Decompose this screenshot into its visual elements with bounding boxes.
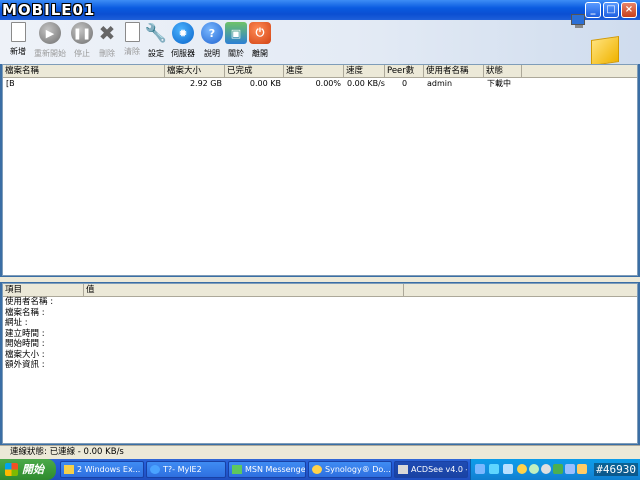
file-name-cell: [B bbox=[6, 79, 15, 88]
delete-label: 刪除 bbox=[99, 49, 115, 58]
new-button[interactable]: 新增 bbox=[4, 22, 32, 62]
download-list-header: 檔案名稱 檔案大小 已完成 進度 速度 Peer數 使用者名稱 狀態 bbox=[3, 65, 637, 78]
restart-button[interactable]: ▶ 重新開始 bbox=[33, 22, 67, 62]
column-file-size[interactable]: 檔案大小 bbox=[165, 65, 225, 77]
acdsee-icon bbox=[398, 465, 408, 474]
clear-document-icon bbox=[124, 22, 140, 42]
task-label: Synology® Do... bbox=[325, 465, 391, 474]
server-button[interactable]: ✹ 伺服器 bbox=[168, 22, 198, 62]
restart-label: 重新開始 bbox=[34, 49, 66, 58]
tray-sync-icon[interactable] bbox=[577, 464, 587, 474]
column-status[interactable]: 狀態 bbox=[484, 65, 522, 77]
taskbar-item-explorer[interactable]: 2 Windows Ex... bbox=[60, 461, 144, 478]
panel-splitter[interactable] bbox=[0, 277, 640, 282]
completed-cell: 0.00 KB bbox=[249, 79, 281, 88]
play-icon: ▶ bbox=[39, 22, 61, 44]
x-icon: ✖ bbox=[98, 21, 116, 45]
file-size-cell: 2.92 GB bbox=[189, 79, 222, 88]
start-label: 開始 bbox=[22, 463, 44, 476]
windows-logo-icon bbox=[5, 463, 18, 476]
detail-created-label: 建立時間 : bbox=[5, 328, 45, 339]
tray-shield-icon[interactable] bbox=[553, 464, 563, 474]
help-icon: ? bbox=[201, 22, 223, 44]
title-bar[interactable]: MOBILE01 _ □ × bbox=[0, 0, 640, 20]
tray-help-icon[interactable] bbox=[475, 464, 485, 474]
status-cell: 下載中 bbox=[487, 79, 511, 88]
detail-labels: 使用者名稱 : 檔案名稱 : 網址 : 建立時間 : 開始時間 : 檔案大小 :… bbox=[3, 297, 637, 371]
task-label: T?- MyIE2 bbox=[163, 465, 202, 474]
tray-volume-icon[interactable] bbox=[565, 464, 575, 474]
about-icon: ▣ bbox=[225, 22, 247, 44]
maximize-button[interactable]: □ bbox=[603, 2, 619, 18]
user-cell: admin bbox=[427, 79, 453, 88]
wrench-icon: 🔧 bbox=[144, 22, 168, 44]
taskbar-item-synology[interactable]: Synology® Do... bbox=[308, 461, 392, 478]
settings-button[interactable]: 🔧 設定 bbox=[142, 22, 170, 62]
download-list[interactable]: 檔案名稱 檔案大小 已完成 進度 速度 Peer數 使用者名稱 狀態 [B 2.… bbox=[2, 64, 638, 276]
cube-box-icon bbox=[591, 36, 619, 66]
app-logo: MOBILE01 bbox=[2, 1, 96, 19]
progress-cell: 0.00% bbox=[315, 79, 341, 88]
close-button[interactable]: × bbox=[621, 2, 637, 18]
window-controls: _ □ × bbox=[585, 2, 637, 18]
task-label: MSN Messenger bbox=[245, 465, 306, 474]
tray-monitor-icon[interactable] bbox=[503, 464, 513, 474]
detail-panel[interactable]: 項目 值 使用者名稱 : 檔案名稱 : 網址 : 建立時間 : 開始時間 : 檔… bbox=[2, 283, 638, 444]
column-user[interactable]: 使用者名稱 bbox=[424, 65, 484, 77]
settings-label: 設定 bbox=[148, 49, 164, 58]
gear-icon: ✹ bbox=[172, 22, 194, 44]
column-progress[interactable]: 進度 bbox=[284, 65, 344, 77]
taskbar-item-myie2[interactable]: T?- MyIE2 bbox=[146, 461, 226, 478]
column-speed[interactable]: 速度 bbox=[344, 65, 385, 77]
status-bar: 連線狀態: 已連線 - 0.00 KB/s bbox=[0, 445, 640, 459]
taskbar: 開始 2 Windows Ex... T?- MyIE2 MSN Messeng… bbox=[0, 459, 640, 480]
column-item[interactable]: 項目 bbox=[3, 284, 84, 296]
detail-user-label: 使用者名稱 : bbox=[5, 297, 54, 307]
column-peers[interactable]: Peer數 bbox=[385, 65, 424, 77]
tray-app-icon[interactable] bbox=[541, 464, 551, 474]
task-label: 2 Windows Ex... bbox=[77, 465, 141, 474]
detail-header: 項目 值 bbox=[3, 284, 637, 297]
detail-started-label: 開始時間 : bbox=[5, 339, 45, 349]
detail-url-label: 網址 : bbox=[5, 318, 28, 328]
speed-cell: 0.00 KB/s bbox=[347, 79, 385, 88]
exit-button[interactable]: ⏻ 離開 bbox=[246, 22, 274, 62]
stop-label: 停止 bbox=[74, 49, 90, 58]
column-completed[interactable]: 已完成 bbox=[225, 65, 284, 77]
column-value[interactable]: 值 bbox=[84, 284, 404, 296]
tray-status-icon[interactable] bbox=[529, 464, 539, 474]
monitor-icon bbox=[571, 14, 587, 32]
new-label: 新增 bbox=[10, 47, 26, 56]
browser-icon bbox=[150, 465, 160, 474]
document-icon bbox=[10, 22, 26, 42]
minimize-button[interactable]: _ bbox=[585, 2, 601, 18]
tray-smiley-icon[interactable] bbox=[517, 464, 527, 474]
detail-extra-label: 額外資訊 : bbox=[5, 360, 45, 370]
delete-button[interactable]: ✖ 刪除 bbox=[93, 21, 121, 62]
power-icon: ⏻ bbox=[249, 22, 271, 44]
synology-icon bbox=[312, 465, 322, 474]
tray-network-icon[interactable] bbox=[489, 464, 499, 474]
taskbar-item-msn[interactable]: MSN Messenger bbox=[228, 461, 306, 478]
taskbar-item-acdsee[interactable]: ACDSee v4.0 -... bbox=[394, 461, 468, 478]
detail-size-label: 檔案大小 : bbox=[5, 349, 45, 360]
detail-file-name-label: 檔案名稱 : bbox=[5, 307, 45, 318]
start-button[interactable]: 開始 bbox=[0, 459, 56, 480]
column-file-name[interactable]: 檔案名稱 bbox=[3, 65, 165, 77]
system-tray: #46930 bbox=[470, 459, 640, 480]
exit-label: 離開 bbox=[252, 49, 268, 58]
folder-icon bbox=[64, 465, 74, 474]
server-label: 伺服器 bbox=[171, 49, 195, 58]
msn-icon bbox=[232, 465, 242, 474]
pause-icon: ❚❚ bbox=[71, 22, 93, 44]
table-row[interactable]: [B 2.92 GB 0.00 KB 0.00% 0.00 KB/s 0 adm… bbox=[3, 78, 637, 90]
toolbar: 新增 ▶ 重新開始 ❚❚ 停止 ✖ 刪除 清除 🔧 設定 ✹ 伺服器 ? 說明 … bbox=[0, 14, 640, 66]
column-extra bbox=[404, 284, 637, 296]
peers-cell: 0 bbox=[401, 79, 408, 88]
task-label: ACDSee v4.0 -... bbox=[411, 465, 467, 474]
stop-button[interactable]: ❚❚ 停止 bbox=[68, 22, 96, 62]
tray-clock: #46930 bbox=[594, 463, 638, 476]
